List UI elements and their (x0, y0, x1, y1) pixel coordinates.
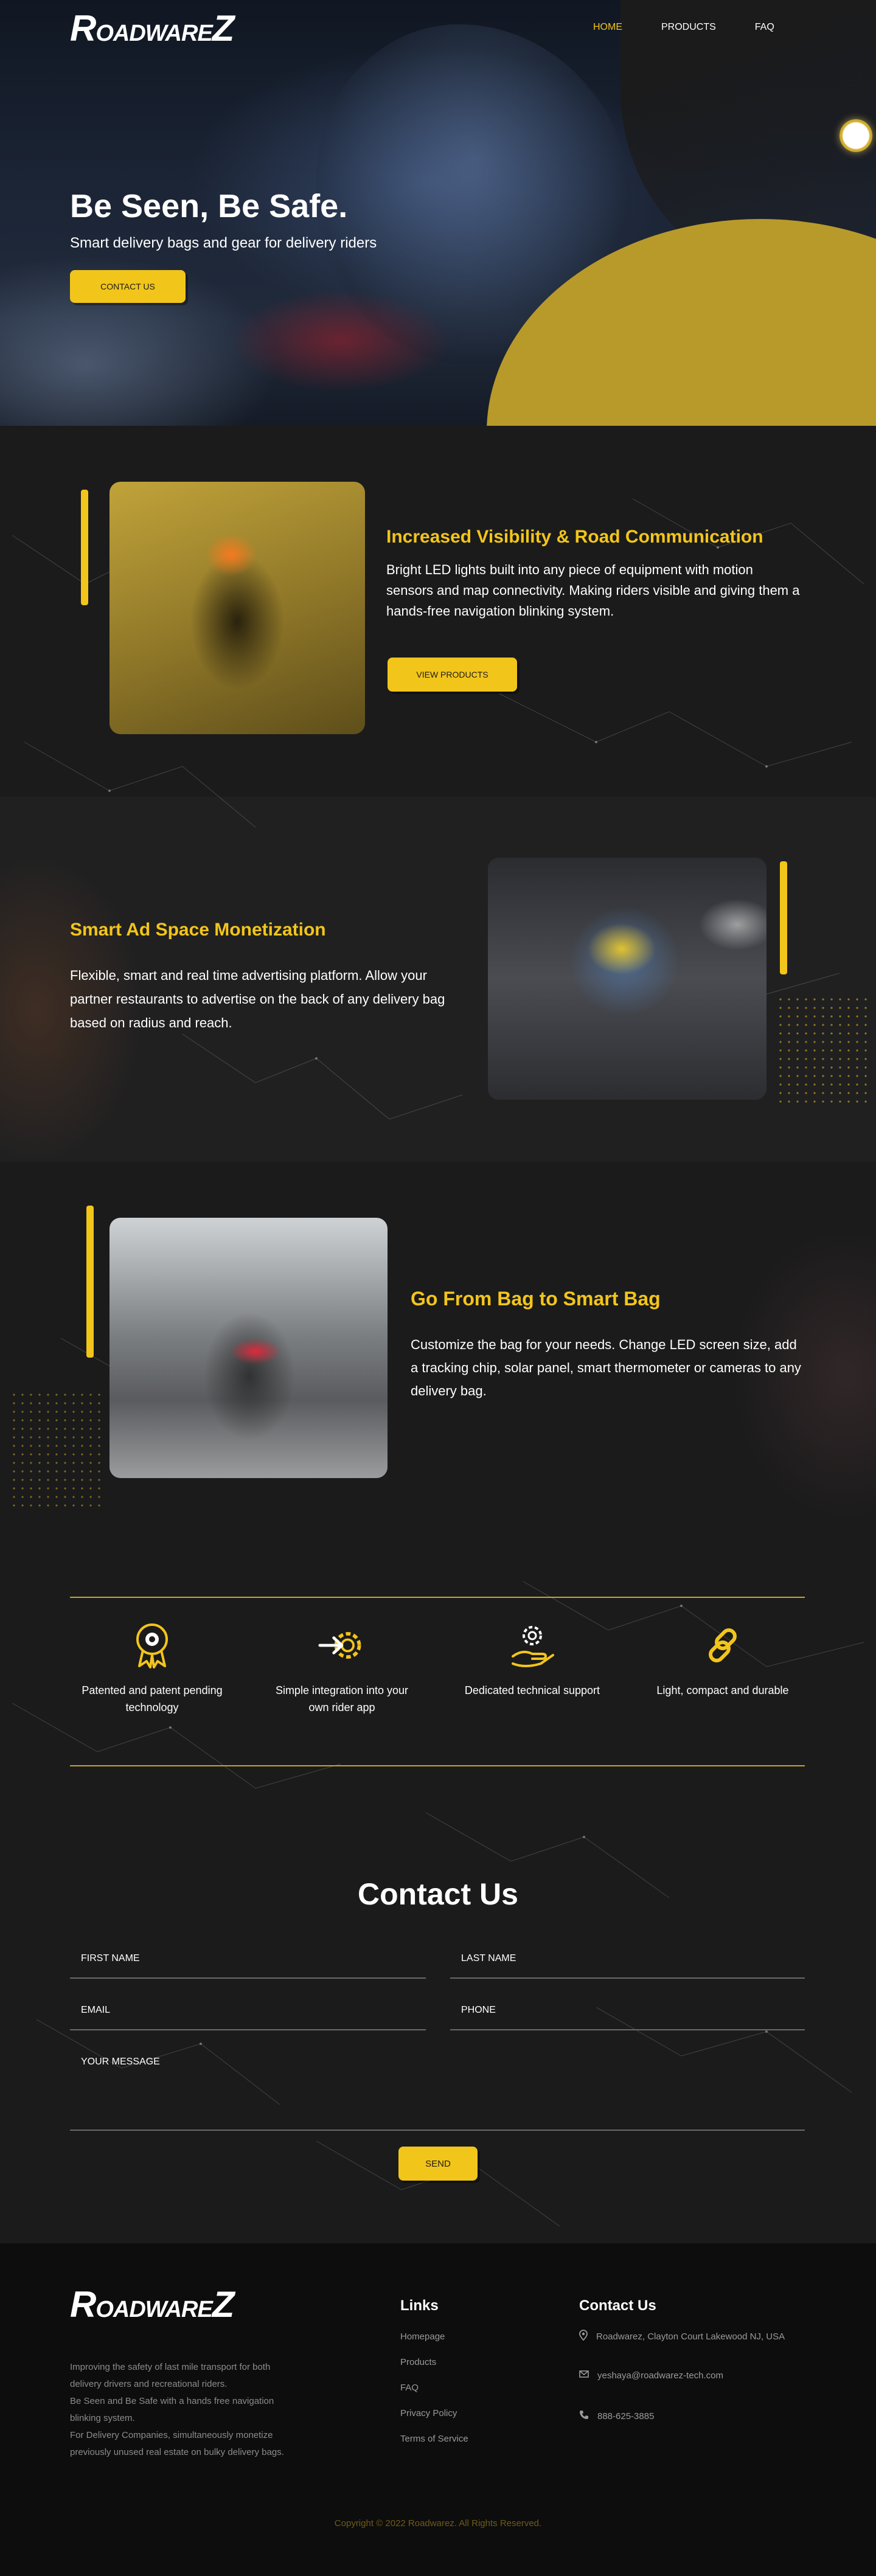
feature-1-text: Bright LED lights built into any piece o… (386, 562, 800, 619)
benefits-bottom-rule (70, 1765, 805, 1766)
footer-phone-text[interactable]: 888-625-3885 (597, 2411, 654, 2422)
footer-links-heading: Links (400, 2297, 439, 2314)
view-products-button[interactable]: VIEW PRODUCTS (388, 658, 517, 692)
message-field[interactable]: YOUR MESSAGE (70, 2052, 805, 2131)
benefit-support-label: Dedicated technical support (464, 1684, 600, 1696)
benefit-durable-label: Light, compact and durable (656, 1684, 789, 1696)
last-name-placeholder: LAST NAME (461, 1953, 516, 1963)
envelope-icon (579, 2370, 589, 2381)
footer-link-terms[interactable]: Terms of Service (400, 2434, 468, 2444)
hero-subtitle: Smart delivery bags and gear for deliver… (70, 235, 377, 251)
main-nav: HOME PRODUCTS FAQ (593, 22, 813, 33)
feature-3-accent-bar (86, 1206, 94, 1358)
send-button[interactable]: SEND (398, 2147, 478, 2181)
benefit-patented: Patented and patent pending technology (79, 1621, 225, 1716)
benefit-integration: Simple integration into your own rider a… (269, 1621, 415, 1716)
feature-3-photo (109, 1218, 388, 1478)
footer-address: Roadwarez, Clayton Court Lakewood NJ, US… (579, 2330, 785, 2343)
footer-about-line-2: Be Seen and Be Safe with a hands free na… (70, 2396, 274, 2423)
benefit-integration-label: Simple integration into your own rider a… (275, 1684, 409, 1713)
integration-arrow-gear-icon (318, 1621, 366, 1670)
location-pin-icon (579, 2330, 588, 2343)
contact-title: Contact Us (358, 1877, 518, 1911)
phone-placeholder: PHONE (461, 2005, 496, 2015)
footer-logo[interactable]: ROADWAREZ (70, 2283, 234, 2325)
phone-field[interactable]: PHONE (450, 2000, 805, 2030)
first-name-placeholder: FIRST NAME (81, 1953, 140, 1963)
feature-2-accent-bar (780, 861, 787, 974)
nav-products-link[interactable]: PRODUCTS (661, 22, 716, 33)
hero-light-orb (839, 119, 872, 152)
award-badge-icon (128, 1621, 176, 1670)
footer-about-line-3: For Delivery Companies, simultaneously m… (70, 2430, 284, 2457)
footer-link-products[interactable]: Products (400, 2357, 436, 2367)
footer-link-homepage[interactable]: Homepage (400, 2331, 445, 2342)
feature-2-photo (488, 858, 766, 1100)
footer-copyright: Copyright © 2022 Roadwarez. All Rights R… (334, 2518, 542, 2529)
benefit-durable: Light, compact and durable (650, 1621, 796, 1699)
feature-3-text: Customize the bag for your needs. Change… (411, 1337, 801, 1398)
contact-us-button[interactable]: CONTACT US (70, 270, 186, 303)
feature-2-text: Flexible, smart and real time advertisin… (70, 968, 445, 1030)
support-hand-gear-icon (508, 1621, 557, 1670)
footer-contact-heading: Contact Us (579, 2297, 656, 2314)
hero-title: Be Seen, Be Safe. (70, 188, 348, 224)
feature-1-title: Increased Visibility & Road Communicatio… (386, 527, 763, 547)
phone-icon (579, 2410, 589, 2422)
link-chain-icon (698, 1621, 747, 1670)
first-name-field[interactable]: FIRST NAME (70, 1948, 426, 1979)
footer-link-faq[interactable]: FAQ (400, 2383, 419, 2393)
feature-1-accent-bar (81, 490, 88, 605)
dot-grid-left (12, 1393, 103, 1508)
dot-grid-right (779, 998, 870, 1107)
email-placeholder: EMAIL (81, 2005, 111, 2015)
feature-1-photo (109, 482, 365, 734)
footer-phone[interactable]: 888-625-3885 (579, 2410, 654, 2422)
footer-about-line-1: Improving the safety of last mile transp… (70, 2362, 271, 2389)
feature-3-title: Go From Bag to Smart Bag (411, 1288, 661, 1310)
message-placeholder: YOUR MESSAGE (81, 2057, 160, 2067)
footer-email-text[interactable]: yeshaya@roadwarez-tech.com (597, 2370, 723, 2381)
nav-faq-link[interactable]: FAQ (755, 22, 774, 33)
benefit-patented-label: Patented and patent pending technology (82, 1684, 223, 1713)
nav-home-link[interactable]: HOME (593, 22, 622, 33)
benefit-support: Dedicated technical support (459, 1621, 605, 1699)
email-field[interactable]: EMAIL (70, 2000, 426, 2030)
page: ROADWAREZ HOME PRODUCTS FAQ Be Seen, Be … (0, 0, 876, 2576)
header-logo[interactable]: ROADWAREZ (70, 7, 234, 49)
feature-2-title: Smart Ad Space Monetization (70, 920, 326, 940)
last-name-field[interactable]: LAST NAME (450, 1948, 805, 1979)
footer-address-text: Roadwarez, Clayton Court Lakewood NJ, US… (596, 2331, 785, 2342)
footer-link-privacy[interactable]: Privacy Policy (400, 2408, 457, 2418)
footer-about: Improving the safety of last mile transp… (70, 2359, 301, 2461)
footer-email[interactable]: yeshaya@roadwarez-tech.com (579, 2370, 723, 2381)
benefits-top-rule (70, 1597, 805, 1598)
